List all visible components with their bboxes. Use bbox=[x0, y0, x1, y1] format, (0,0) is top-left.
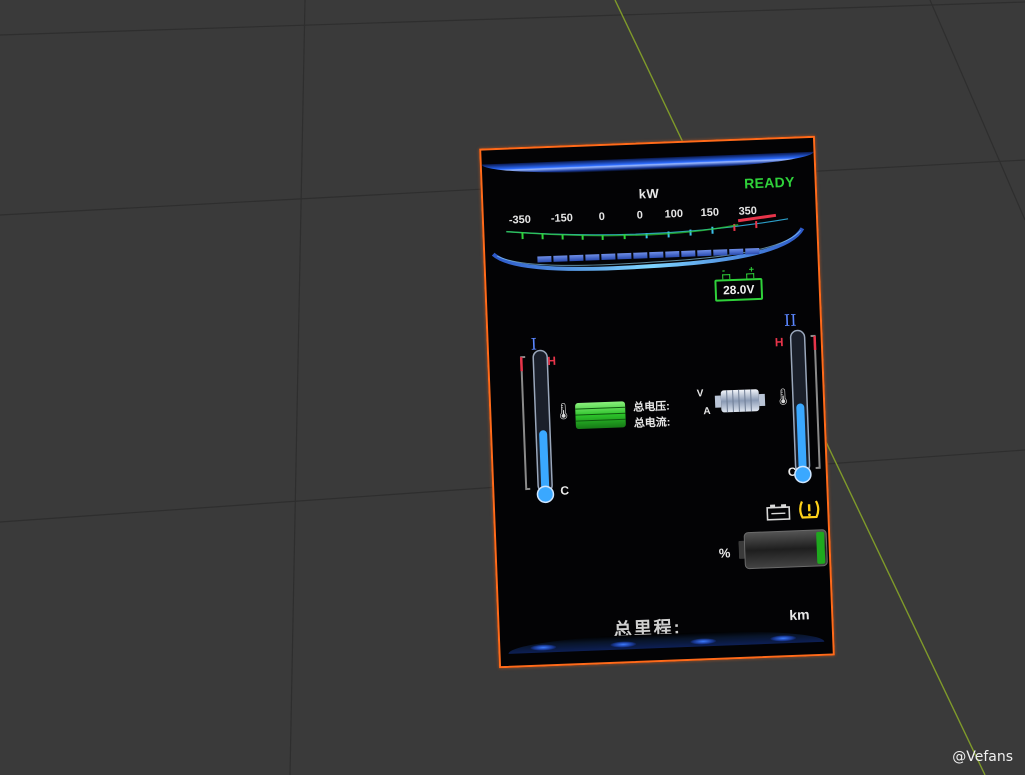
dashboard-panel-wrap: kW READY -350 -150 0 0 100 150 350 - + 2… bbox=[479, 134, 845, 684]
battery-minus-sign: - bbox=[721, 265, 726, 276]
top-light-bar bbox=[481, 151, 814, 177]
power-gauge bbox=[491, 213, 805, 271]
ready-indicator: READY bbox=[743, 173, 795, 192]
total-voltage-label: 总电压: bbox=[632, 400, 671, 414]
dashboard-panel[interactable]: kW READY -350 -150 0 0 100 150 350 - + 2… bbox=[479, 135, 835, 669]
battery-pack-icon bbox=[575, 401, 626, 430]
odometer-unit: km bbox=[788, 606, 810, 624]
soc-percent-unit: % bbox=[718, 545, 731, 561]
aux-battery-voltage: 28.0V bbox=[722, 282, 755, 298]
right-gauge-numeral: II bbox=[783, 310, 797, 331]
right-temp-gauge bbox=[789, 329, 821, 484]
soc-battery-gauge bbox=[738, 529, 828, 570]
tire-pressure-warning-icon bbox=[799, 500, 820, 519]
battery-plus-sign: + bbox=[748, 264, 755, 275]
left-temp-gauge bbox=[519, 349, 555, 504]
battery-service-icon bbox=[766, 504, 791, 521]
total-current-label: 总电流: bbox=[633, 416, 671, 430]
coolant-temp-icon: 🌡︎ bbox=[552, 403, 574, 421]
right-high-label: H bbox=[774, 335, 784, 350]
motor-voltage-unit: V bbox=[696, 388, 704, 400]
aux-battery-indicator: - + 28.0V bbox=[714, 264, 764, 302]
watermark: @Vefans bbox=[952, 749, 1013, 765]
motor-icon bbox=[714, 389, 766, 413]
motor-current-unit: A bbox=[703, 405, 711, 418]
